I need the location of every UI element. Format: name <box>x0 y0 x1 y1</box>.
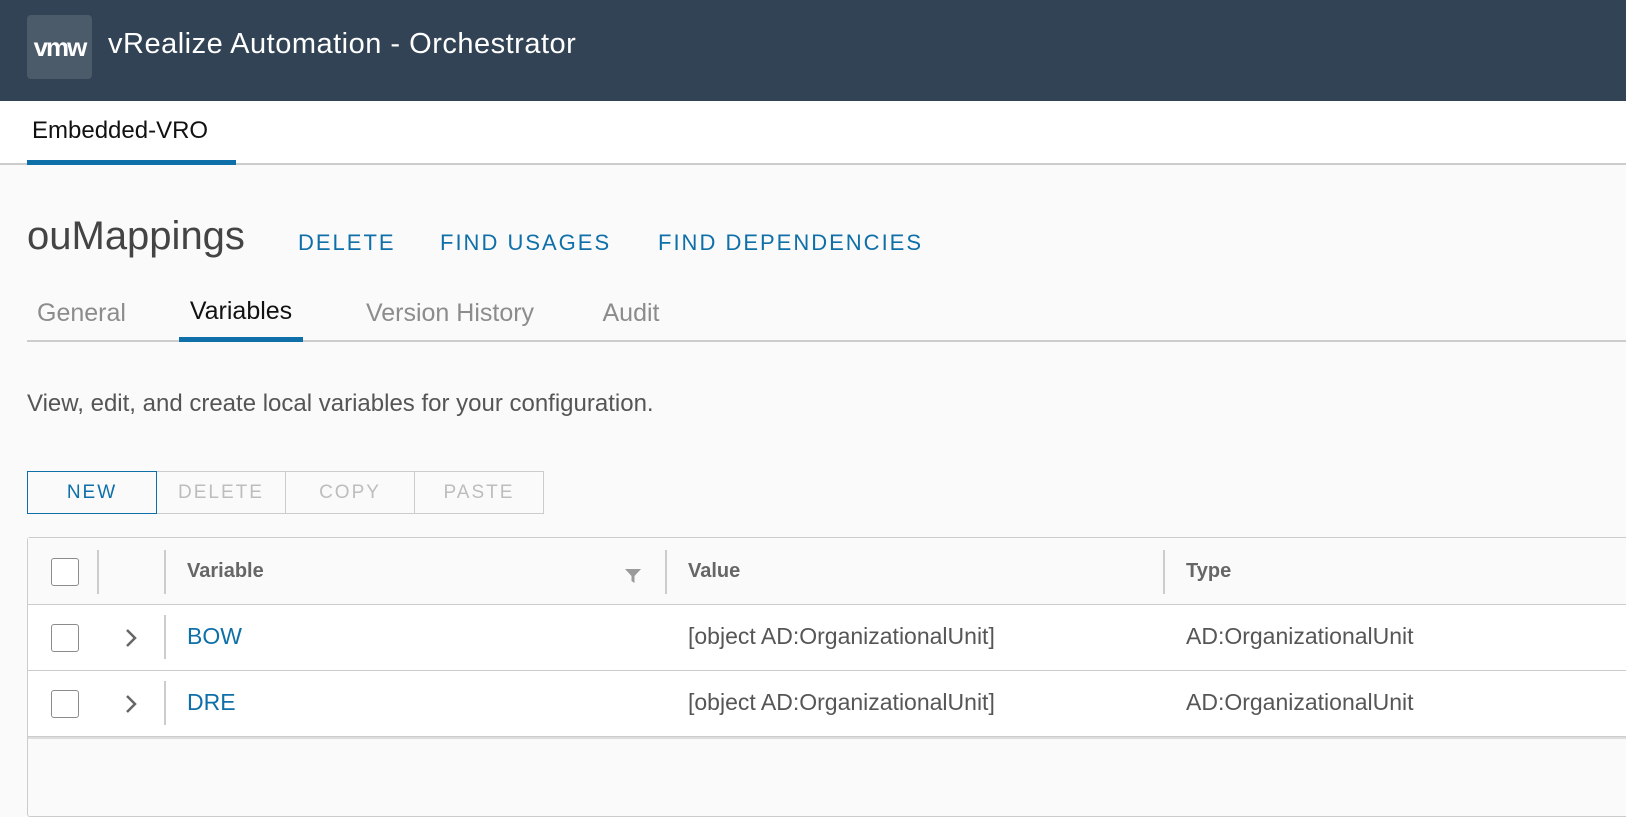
variables-grid: Variable Value Type BOW [object AD:Organ… <box>27 537 1626 817</box>
paste-variable-button[interactable]: PASTE <box>414 471 544 514</box>
table-row[interactable]: DRE [object AD:OrganizationalUnit] AD:Or… <box>28 671 1626 737</box>
column-header-value[interactable]: Value <box>688 560 740 583</box>
variables-toolbar: NEW DELETE COPY PASTE <box>27 471 544 514</box>
page-title: ouMappings <box>27 214 245 258</box>
column-separator[interactable] <box>665 550 667 594</box>
variable-type: AD:OrganizationalUnit <box>1186 689 1414 715</box>
variable-value: [object AD:OrganizationalUnit] <box>688 689 995 715</box>
column-separator[interactable] <box>97 550 99 594</box>
vmware-logo[interactable]: vmw <box>27 15 92 79</box>
grid-divider <box>28 737 1626 739</box>
column-separator <box>164 615 166 659</box>
tab-audit[interactable]: Audit <box>593 285 669 342</box>
row-checkbox[interactable] <box>51 690 79 718</box>
chevron-right-icon[interactable] <box>118 622 144 654</box>
subnav-tab-embedded-vro[interactable]: Embedded-VRO <box>27 101 236 165</box>
chevron-right-icon[interactable] <box>118 688 144 720</box>
copy-variable-button[interactable]: COPY <box>285 471 415 514</box>
subnav-bar: Embedded-VRO <box>0 101 1626 165</box>
column-separator <box>164 681 166 725</box>
variable-value: [object AD:OrganizationalUnit] <box>688 623 995 649</box>
delete-variable-button[interactable]: DELETE <box>156 471 286 514</box>
row-checkbox[interactable] <box>51 624 79 652</box>
find-usages-action-link[interactable]: FIND USAGES <box>440 230 611 256</box>
column-header-variable[interactable]: Variable <box>187 560 264 583</box>
variables-description: View, edit, and create local variables f… <box>27 390 654 417</box>
variable-name-link[interactable]: BOW <box>187 623 242 650</box>
table-row[interactable]: BOW [object AD:OrganizationalUnit] AD:Or… <box>28 605 1626 671</box>
tab-general[interactable]: General <box>27 285 136 342</box>
grid-header: Variable Value Type <box>28 538 1626 605</box>
select-all-checkbox[interactable] <box>51 558 79 586</box>
variable-name-link[interactable]: DRE <box>187 689 236 716</box>
detail-tabs: General Variables Version History Audit <box>27 285 1626 342</box>
delete-action-link[interactable]: DELETE <box>298 230 396 256</box>
filter-icon[interactable] <box>622 564 644 586</box>
find-dependencies-action-link[interactable]: FIND DEPENDENCIES <box>658 230 923 256</box>
tab-variables[interactable]: Variables <box>179 285 303 342</box>
app-title: vRealize Automation - Orchestrator <box>108 28 577 60</box>
column-header-type[interactable]: Type <box>1186 560 1231 583</box>
tab-version-history[interactable]: Version History <box>349 285 551 342</box>
app-header: vmw vRealize Automation - Orchestrator <box>0 0 1626 101</box>
variable-type: AD:OrganizationalUnit <box>1186 623 1414 649</box>
column-separator[interactable] <box>1163 550 1165 594</box>
column-separator[interactable] <box>164 550 166 594</box>
new-variable-button[interactable]: NEW <box>27 471 157 514</box>
